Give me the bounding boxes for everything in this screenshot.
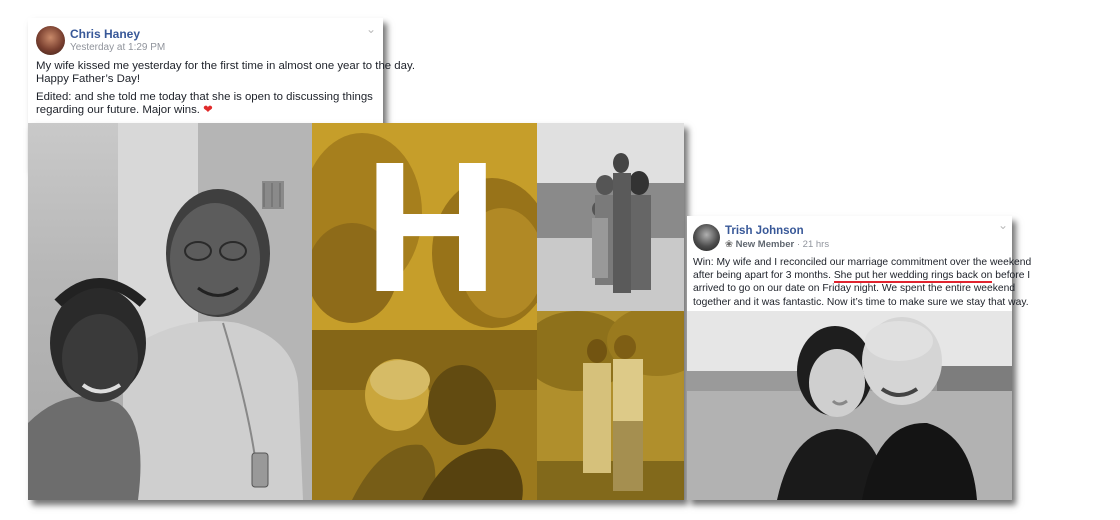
post-line: My wife kissed me yesterday for the firs… bbox=[36, 60, 415, 72]
post-text-fragment: before I bbox=[992, 270, 1031, 282]
post-timestamp[interactable]: Yesterday at 1:29 PM bbox=[70, 42, 165, 53]
post-timestamp[interactable]: · 21 hrs bbox=[797, 239, 829, 250]
post-line: arrived to go on our date on Friday nigh… bbox=[693, 283, 1016, 295]
chevron-down-icon[interactable]: ⌄ bbox=[366, 22, 376, 36]
highlighted-text: She put her wedding rings back on bbox=[833, 270, 993, 284]
post-text: Win: My wife and I reconciled our marria… bbox=[693, 256, 1032, 309]
logo-letter: H bbox=[364, 124, 499, 330]
post-line: Happy Father’s Day! bbox=[36, 73, 141, 85]
post-text-fragment: after being apart for 3 months. bbox=[693, 270, 834, 282]
badge-label: New Member bbox=[735, 239, 795, 250]
couple-photo-1-art bbox=[28, 123, 312, 500]
heart-icon: ❤ bbox=[203, 104, 213, 116]
member-badge: ❀ New Member · 21 hrs bbox=[725, 239, 829, 250]
couple-photo-4-art bbox=[687, 311, 1012, 500]
post-line: together and it was fantastic. Now it’s … bbox=[693, 296, 1029, 308]
post-author[interactable]: Trish Johnson bbox=[725, 225, 804, 237]
chevron-down-icon[interactable]: ⌄ bbox=[998, 218, 1008, 232]
family-beach-photo-art bbox=[537, 123, 684, 311]
brand-tile: H bbox=[312, 123, 537, 330]
avatar[interactable] bbox=[36, 26, 65, 55]
post-text: My wife kissed me yesterday for the firs… bbox=[36, 60, 415, 117]
couple-photo-3-art bbox=[537, 311, 684, 500]
couple-photo-1 bbox=[28, 123, 312, 500]
post-author[interactable]: Chris Haney bbox=[70, 27, 140, 41]
couple-photo-2 bbox=[312, 330, 537, 500]
couple-photo-3 bbox=[537, 311, 684, 500]
post-edit-text: regarding our future. Major wins. bbox=[36, 104, 200, 116]
post-line: after being apart for 3 months. She put … bbox=[693, 269, 1030, 284]
couple-photo-2-art bbox=[312, 330, 537, 500]
family-beach-photo bbox=[537, 123, 684, 311]
avatar[interactable] bbox=[693, 224, 720, 251]
post-line: Edited: and she told me today that she i… bbox=[36, 91, 373, 103]
post-line: Win: My wife and I reconciled our marria… bbox=[693, 257, 1032, 268]
post-line: regarding our future. Major wins. ❤ bbox=[36, 104, 381, 117]
couple-photo-4 bbox=[687, 311, 1012, 500]
new-member-icon: ❀ bbox=[725, 239, 733, 250]
